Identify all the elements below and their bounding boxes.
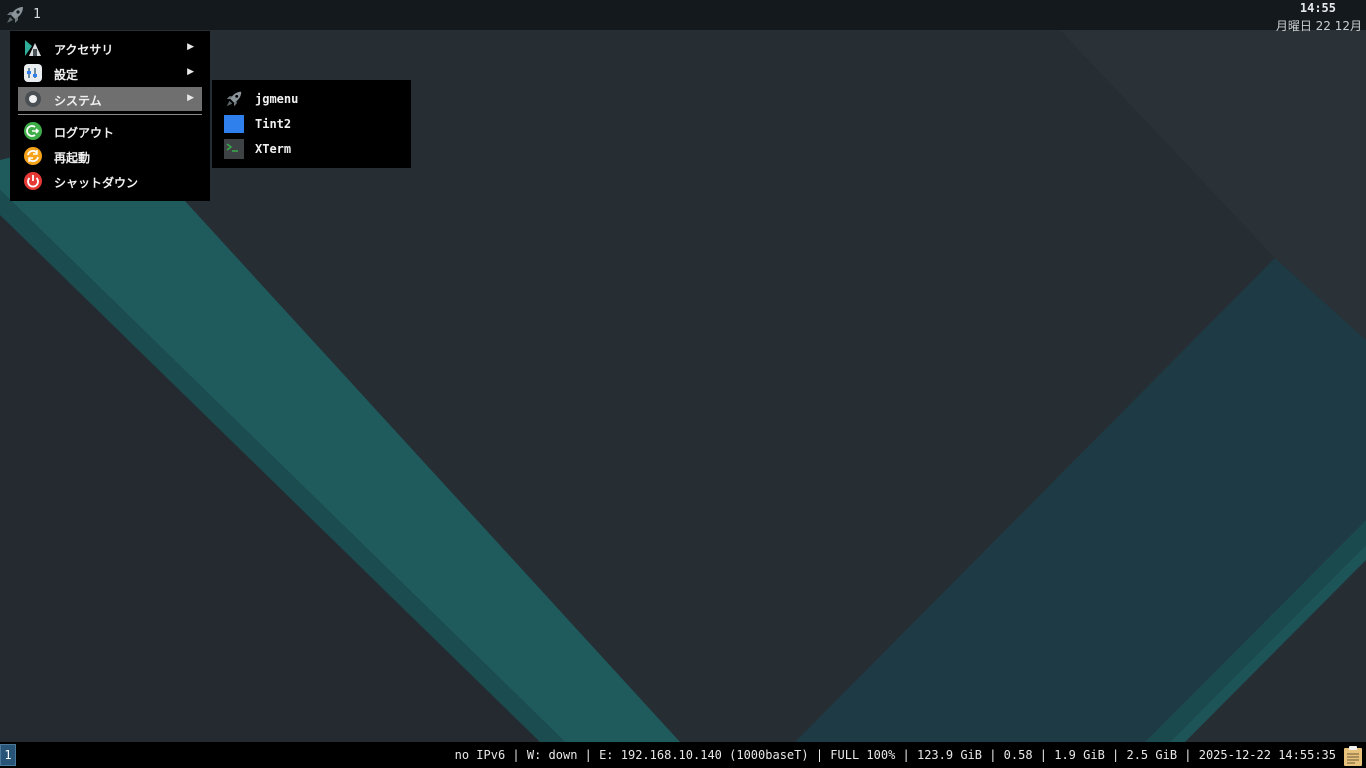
menu-item-label: システム [54,94,102,108]
workspace-button[interactable]: 1 [0,744,16,766]
menu-item-system[interactable]: システム ▶ [18,87,202,111]
submenu-arrow-icon: ▶ [187,42,194,52]
system-icon [23,89,43,109]
clock-date: 月曜日 22 12月 [1275,19,1362,33]
submenu-arrow-icon: ▶ [187,93,194,103]
terminal-icon [224,139,244,159]
menu-item-reboot[interactable]: 再起動 [18,144,202,168]
clock-time: 14:55 [1299,1,1336,15]
menu-item-label: アクセサリ [54,43,114,57]
workspace-indicator[interactable]: 1 [33,7,41,22]
shutdown-icon [23,171,43,191]
desktop: 1 14:55 月曜日 22 12月 アクセサリ ▶ 設定 ▶ システム ▶ ロ… [0,0,1366,768]
menu-item-label: シャットダウン [54,176,139,190]
logout-icon [23,121,43,141]
submenu-arrow-icon: ▶ [187,67,194,77]
status-bar: 1 no IPv6 | W: down | E: 192.168.10.140 … [0,742,1366,768]
status-line: no IPv6 | W: down | E: 192.168.10.140 (1… [454,748,1336,762]
rocket-icon [224,89,244,109]
submenu-item-label: XTerm [255,142,292,156]
rocket-icon [7,7,23,23]
submenu-item-xterm[interactable]: XTerm [218,136,405,160]
menu-separator [18,114,202,115]
system-submenu: jgmenu Tint2 XTerm [212,80,411,168]
menu-launcher-button[interactable] [4,4,26,26]
top-panel: 1 14:55 月曜日 22 12月 [0,0,1366,33]
menu-item-label: 設定 [54,68,79,82]
submenu-item-jgmenu[interactable]: jgmenu [218,86,405,110]
menu-item-label: 再起動 [54,151,91,165]
accessories-icon [23,38,43,58]
menu-item-label: ログアウト [54,126,115,140]
main-menu: アクセサリ ▶ 設定 ▶ システム ▶ ログアウト 再起動 シャットダウン [10,31,210,201]
menu-item-logout[interactable]: ログアウト [18,119,202,143]
submenu-item-label: Tint2 [255,117,292,131]
menu-item-shutdown[interactable]: シャットダウン [18,169,202,193]
submenu-item-label: jgmenu [255,92,299,106]
menu-item-settings[interactable]: 設定 ▶ [18,61,202,85]
reboot-icon [23,146,43,166]
settings-icon [23,63,43,83]
submenu-item-tint2[interactable]: Tint2 [218,111,405,135]
tint2-icon [224,114,244,134]
menu-item-accessories[interactable]: アクセサリ ▶ [18,36,202,60]
clipboard-icon[interactable] [1342,745,1364,767]
